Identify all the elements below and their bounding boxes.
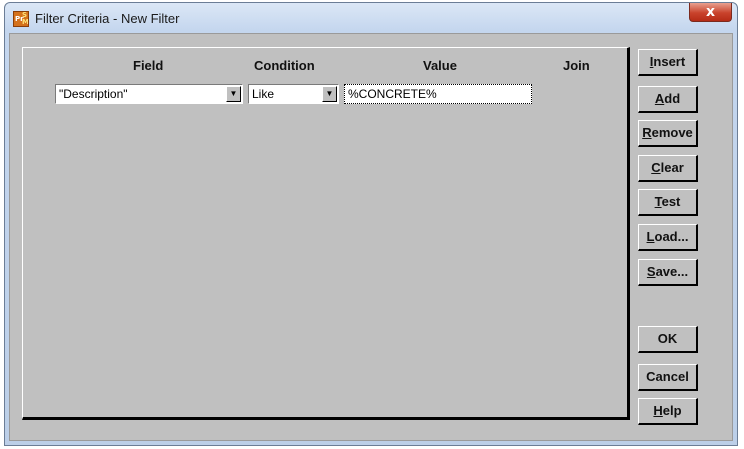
column-header-condition: Condition	[254, 58, 315, 73]
column-header-value: Value	[423, 58, 457, 73]
help-button[interactable]: Help	[638, 398, 698, 425]
clear-button[interactable]: Clear	[638, 155, 698, 182]
title-bar[interactable]: Pr S M Filter Criteria - New Filter x	[5, 3, 737, 33]
window-title: Filter Criteria - New Filter	[35, 11, 180, 26]
field-select-value: "Description"	[59, 87, 128, 101]
cancel-button[interactable]: Cancel	[638, 364, 698, 391]
chevron-down-icon[interactable]: ▼	[226, 86, 241, 102]
condition-select-value: Like	[252, 87, 275, 101]
save-button[interactable]: Save...	[638, 259, 698, 286]
remove-button[interactable]: Remove	[638, 120, 698, 147]
test-button[interactable]: Test	[638, 189, 698, 216]
criteria-grid: Field Condition Value Join "Description"…	[22, 47, 630, 420]
filter-criteria-window: Pr S M Filter Criteria - New Filter x Fiel…	[4, 2, 738, 446]
ok-button[interactable]: OK	[638, 326, 698, 353]
value-input[interactable]: %CONCRETE%	[344, 84, 532, 104]
load-button[interactable]: Load...	[638, 224, 698, 251]
field-select[interactable]: "Description" ▼	[55, 84, 243, 104]
app-icon: Pr S M	[13, 11, 29, 27]
condition-select[interactable]: Like ▼	[248, 84, 339, 104]
chevron-down-icon[interactable]: ▼	[322, 86, 337, 102]
insert-button[interactable]: Insert	[638, 49, 698, 76]
dialog-body: Field Condition Value Join "Description"…	[9, 33, 733, 441]
column-header-join: Join	[563, 58, 590, 73]
column-header-field: Field	[133, 58, 164, 73]
close-button[interactable]: x	[689, 3, 732, 22]
add-button[interactable]: Add	[638, 86, 698, 113]
